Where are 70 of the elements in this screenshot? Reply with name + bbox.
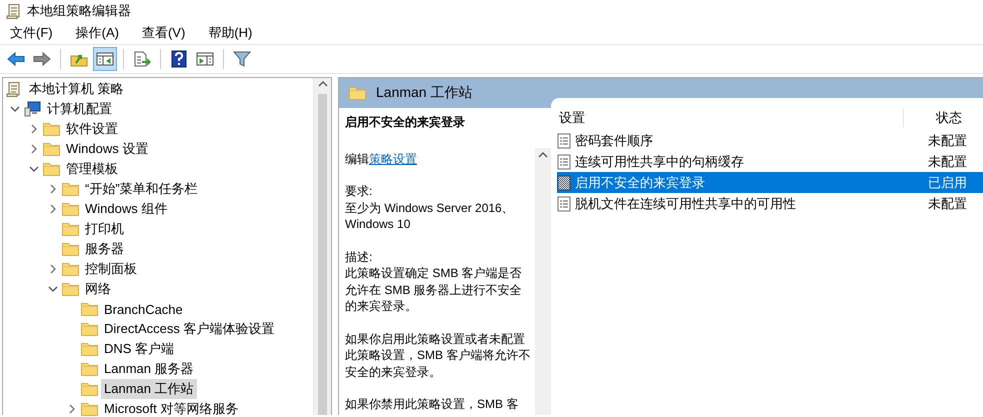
- policy-name: 连续可用性共享中的句柄缓存: [575, 152, 744, 170]
- scrollbar[interactable]: [535, 148, 551, 415]
- document-icon: [557, 132, 571, 148]
- menu-item[interactable]: 查看(V): [134, 24, 192, 42]
- column-header[interactable]: 状态: [903, 109, 983, 127]
- policy-status: 未配置: [927, 132, 968, 150]
- menu-item[interactable]: 帮助(H): [201, 24, 260, 42]
- policy-title: 启用不安全的来宾登录: [345, 114, 466, 130]
- policy-status: 已启用: [927, 174, 968, 192]
- tree-item[interactable]: 控制面板: [82, 259, 140, 279]
- folder-icon: [62, 182, 79, 196]
- window-title: 本地组策略编辑器: [27, 2, 131, 20]
- policy-name: 密码套件顺序: [575, 132, 653, 150]
- tree-item[interactable]: 软件设置: [63, 119, 121, 139]
- folder-icon: [62, 202, 79, 216]
- column-header[interactable]: 设置: [557, 109, 903, 127]
- tree-item[interactable]: “开始”菜单和任务栏: [82, 179, 201, 199]
- folder-icon: [62, 242, 79, 256]
- folder-icon: [81, 342, 98, 356]
- tree-item[interactable]: Windows 设置: [63, 139, 152, 159]
- policy-row[interactable]: 密码套件顺序 未配置: [557, 130, 983, 151]
- policy-name: 启用不安全的来宾登录: [575, 174, 705, 192]
- tree-pane-icon[interactable]: [93, 47, 117, 71]
- checkered-document-icon: [557, 174, 571, 190]
- tree-item[interactable]: 管理模板: [63, 159, 121, 179]
- tree-item[interactable]: 服务器: [82, 239, 127, 259]
- tree-item[interactable]: BranchCache: [101, 300, 186, 318]
- tree-item[interactable]: Microsoft 对等网络服务: [101, 399, 242, 417]
- tree-item[interactable]: DNS 客户端: [101, 339, 178, 359]
- folder-icon: [81, 382, 98, 396]
- edit-policy-line: 编辑策略设置: [345, 150, 418, 167]
- tree-item[interactable]: 网络: [82, 279, 114, 299]
- folder-icon: [62, 262, 79, 276]
- policy-row[interactable]: 连续可用性共享中的句柄缓存 未配置: [557, 151, 983, 172]
- document-icon: [557, 196, 571, 212]
- pane-title: Lanman 工作站: [376, 84, 472, 102]
- tree-item[interactable]: DirectAccess 客户端体验设置: [101, 319, 278, 339]
- document-icon: [557, 154, 571, 170]
- folder-icon: [62, 222, 79, 236]
- policy-settings-link[interactable]: 策略设置: [369, 152, 417, 166]
- description-paragraph: 描述: 此策略设置确定 SMB 客户端是否允许在 SMB 服务器上进行不安全的来宾登录。: [345, 248, 523, 314]
- policy-row[interactable]: 脱机文件在连续可用性共享中的可用性 未配置: [557, 193, 983, 214]
- folder-icon: [81, 322, 98, 336]
- tree-item[interactable]: 计算机配置: [44, 99, 115, 119]
- folder-icon: [43, 142, 60, 156]
- folder-icon: [81, 302, 98, 316]
- policy-name: 脱机文件在连续可用性共享中的可用性: [575, 194, 796, 212]
- folder-icon: [81, 402, 98, 416]
- tree-item[interactable]: 打印机: [82, 219, 127, 239]
- folder-icon: [349, 86, 366, 100]
- description-paragraph: 要求: 至少为 Windows Server 2016、Windows 10: [345, 183, 515, 232]
- policy-row[interactable]: 启用不安全的来宾登录 已启用: [557, 172, 983, 193]
- tree-item[interactable]: Windows 组件: [82, 199, 170, 219]
- folder-icon: [43, 162, 60, 176]
- policy-status: 未配置: [927, 152, 968, 170]
- folder-icon: [62, 282, 79, 296]
- description-paragraph: 如果你启用此策略设置或者未配置此策略设置，SMB 客户端将允许不安全的来宾登录。: [345, 330, 531, 380]
- tree-item[interactable]: Lanman 工作站: [101, 379, 197, 399]
- scroll-icon: [6, 3, 21, 19]
- scroll-icon: [6, 81, 21, 97]
- folder-icon: [81, 362, 98, 376]
- menu-item[interactable]: 操作(A): [68, 24, 126, 42]
- tree-item[interactable]: Lanman 服务器: [101, 359, 197, 379]
- tree-item[interactable]: 本地计算机 策略: [26, 79, 127, 99]
- folder-icon: [43, 122, 60, 136]
- scrollbar[interactable]: [313, 78, 331, 415]
- policy-status: 未配置: [927, 194, 968, 212]
- menu-item[interactable]: 文件(F): [3, 24, 60, 42]
- description-paragraph: 如果你禁用此策略设置，SMB 客: [345, 396, 520, 412]
- computer-icon: [24, 101, 41, 117]
